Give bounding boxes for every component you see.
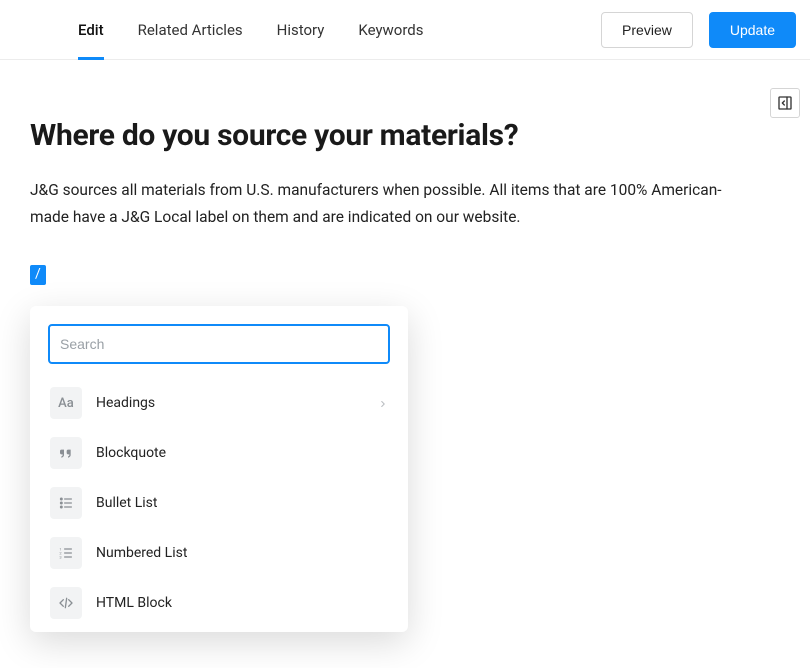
tab-label: Keywords xyxy=(358,21,423,39)
menu-item-numbered-list[interactable]: 123 Numbered List xyxy=(48,528,390,578)
content: Where do you source your materials? J&G … xyxy=(0,60,810,285)
menu-item-html-block[interactable]: HTML Block xyxy=(48,578,390,628)
headings-icon: Aa xyxy=(50,387,82,419)
button-label: Preview xyxy=(622,22,672,38)
svg-text:3: 3 xyxy=(59,554,61,559)
update-button[interactable]: Update xyxy=(709,12,796,48)
tab-history[interactable]: History xyxy=(277,0,325,59)
block-inserter-popover: Aa Headings Blockquote Bullet List 123 N… xyxy=(30,306,408,632)
html-block-icon xyxy=(50,587,82,619)
article-body[interactable]: J&G sources all materials from U.S. manu… xyxy=(30,177,750,231)
topbar: Edit Related Articles History Keywords P… xyxy=(0,0,810,60)
article-title[interactable]: Where do you source your materials? xyxy=(30,118,780,153)
preview-button[interactable]: Preview xyxy=(601,12,693,48)
blockquote-icon xyxy=(50,437,82,469)
tabs: Edit Related Articles History Keywords xyxy=(0,0,424,59)
panel-collapse-icon xyxy=(777,95,793,111)
tab-label: Related Articles xyxy=(138,21,243,39)
tab-edit[interactable]: Edit xyxy=(78,0,104,59)
bullet-list-icon xyxy=(50,487,82,519)
tab-related-articles[interactable]: Related Articles xyxy=(138,0,243,59)
slash-command-trigger[interactable]: / xyxy=(30,265,46,284)
menu-item-label: Bullet List xyxy=(96,495,388,511)
chevron-right-icon xyxy=(378,394,388,413)
button-label: Update xyxy=(730,22,775,38)
collapse-sidebar-button[interactable] xyxy=(770,88,800,118)
menu-item-headings[interactable]: Aa Headings xyxy=(48,378,390,428)
search-input-wrapper[interactable] xyxy=(48,324,390,364)
menu-item-blockquote[interactable]: Blockquote xyxy=(48,428,390,478)
menu-item-label: HTML Block xyxy=(96,595,388,611)
menu-item-label: Numbered List xyxy=(96,545,388,561)
tab-label: History xyxy=(277,21,325,39)
tab-keywords[interactable]: Keywords xyxy=(358,0,423,59)
actions: Preview Update xyxy=(601,12,796,48)
search-input[interactable] xyxy=(60,336,378,352)
menu-item-label: Headings xyxy=(96,395,364,411)
tab-label: Edit xyxy=(78,21,104,39)
numbered-list-icon: 123 xyxy=(50,537,82,569)
menu-item-bullet-list[interactable]: Bullet List xyxy=(48,478,390,528)
menu-item-label: Blockquote xyxy=(96,445,388,461)
